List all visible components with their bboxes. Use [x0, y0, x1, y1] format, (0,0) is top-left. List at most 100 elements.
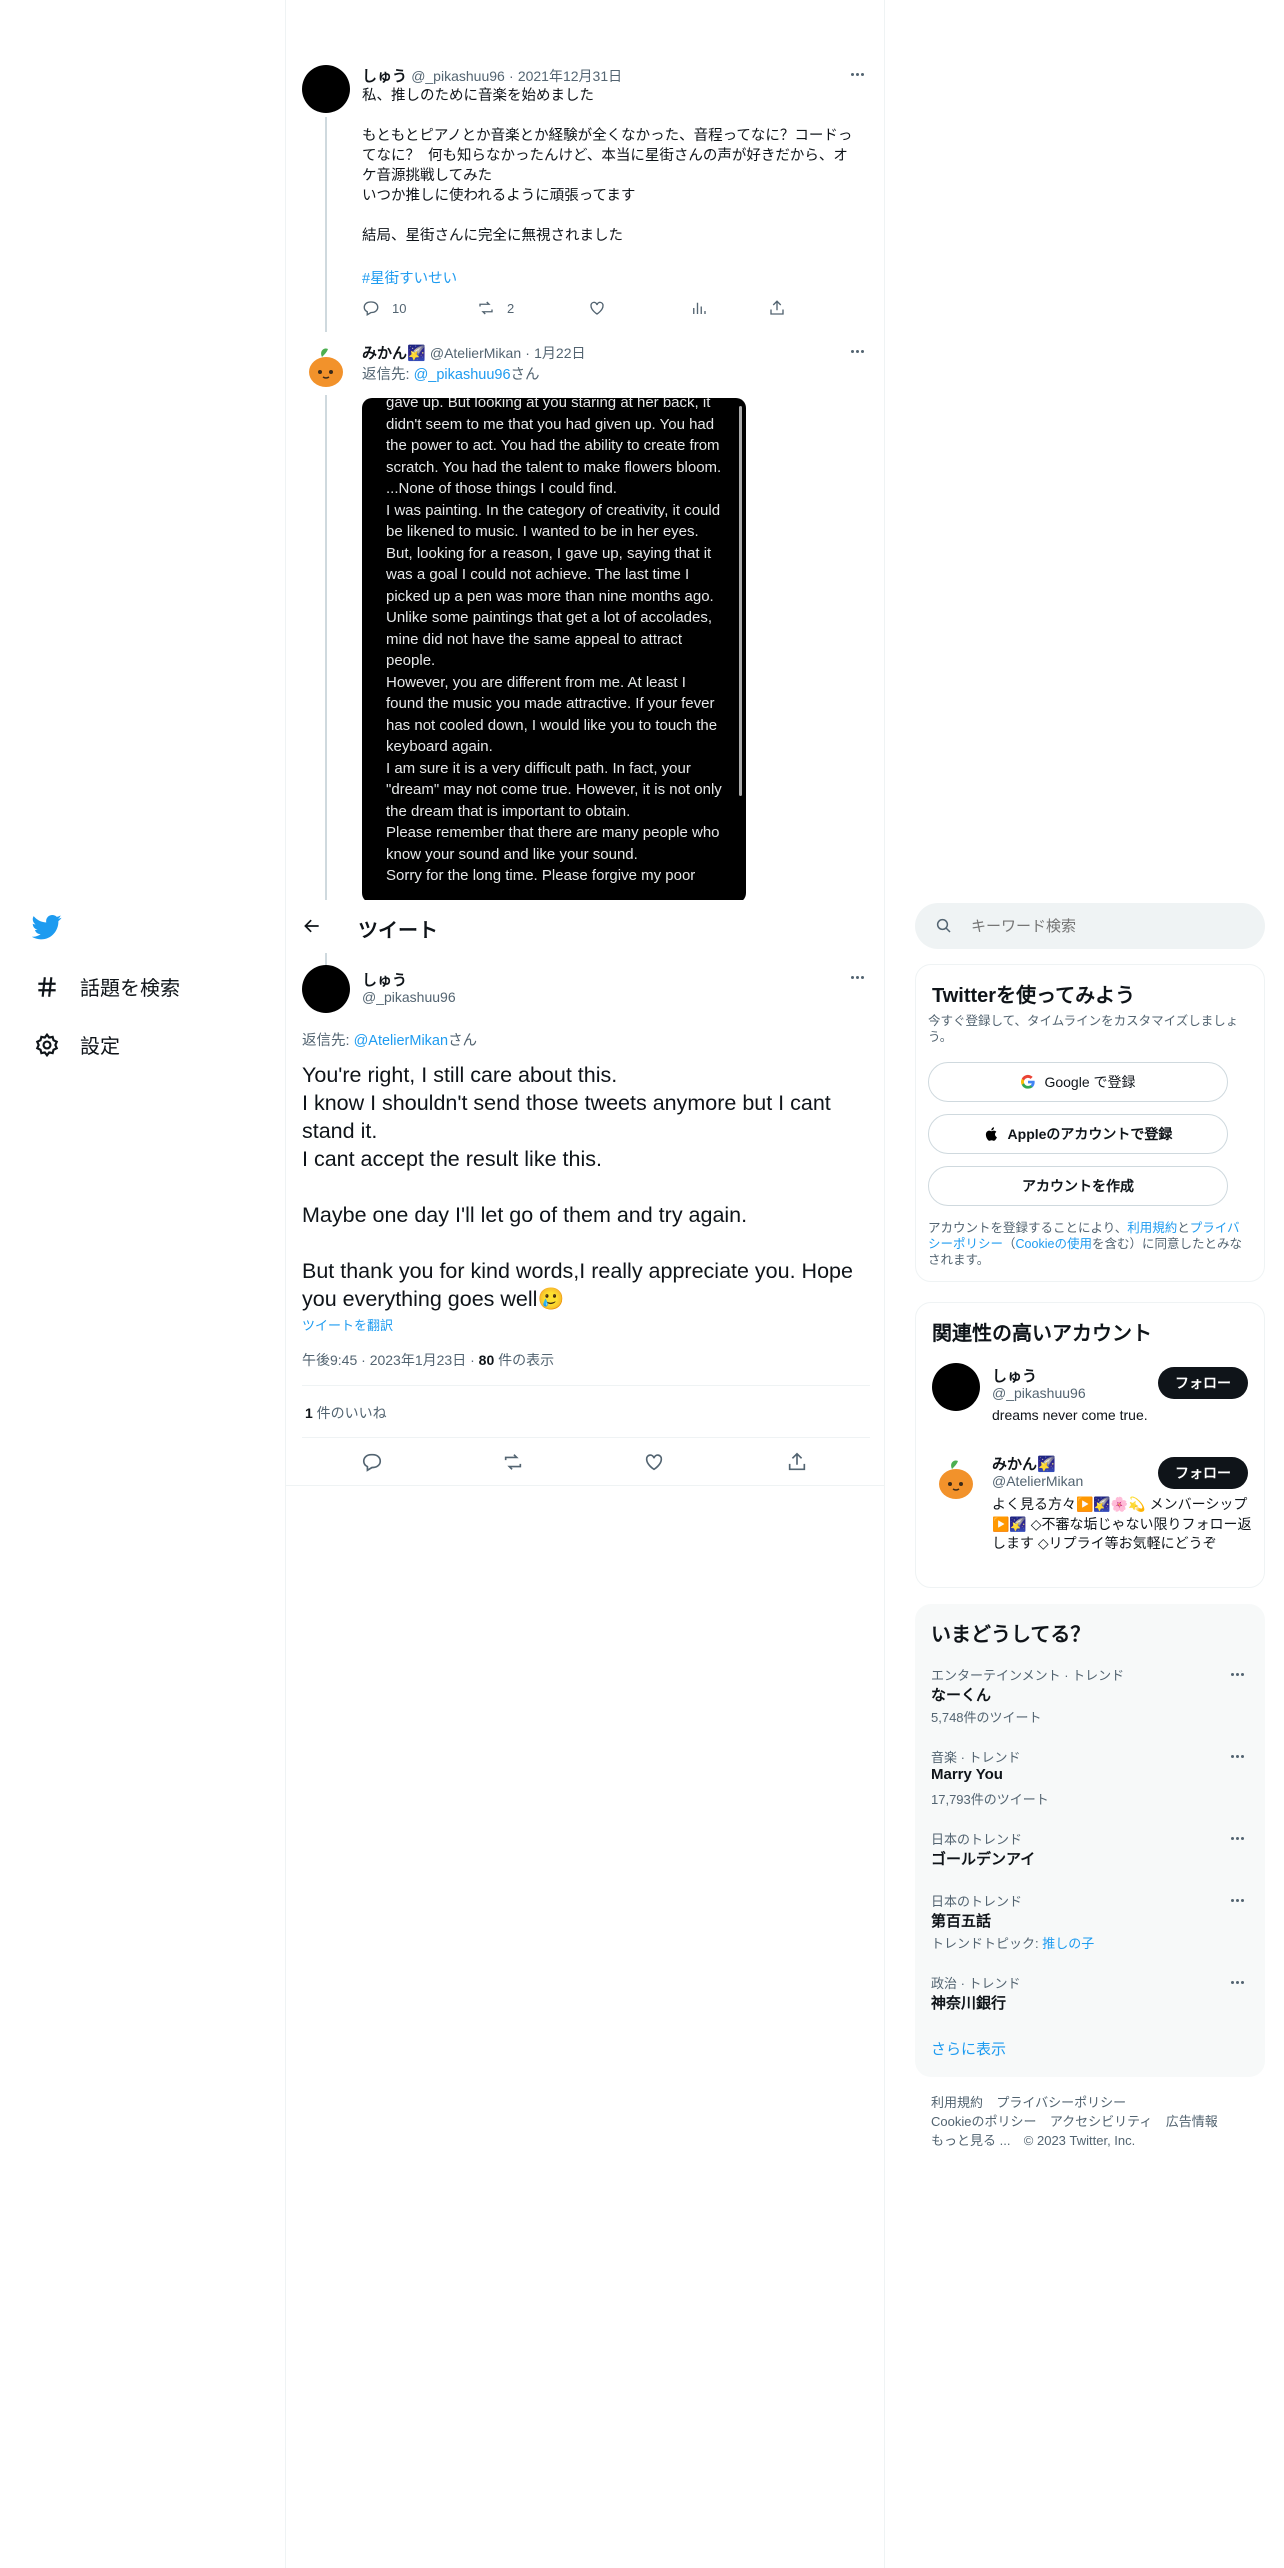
account-name[interactable]: しゅう — [992, 1365, 1037, 1386]
likes-summary[interactable]: 1 件のいいね — [305, 1403, 387, 1423]
user-handle[interactable]: @_pikashuu96 — [362, 989, 456, 1005]
footer-terms[interactable]: 利用規約 — [931, 2095, 983, 2110]
user-handle[interactable]: @AtelierMikan — [430, 345, 521, 361]
back-arrow-icon[interactable] — [302, 916, 324, 938]
image-text: gave up. But looking at you staring at h… — [386, 398, 722, 884]
share-button[interactable] — [768, 299, 786, 317]
user-handle[interactable]: @_pikashuu96 — [411, 68, 505, 84]
more-icon[interactable] — [1225, 1664, 1249, 1684]
follow-button[interactable]: フォロー — [1158, 1367, 1248, 1399]
follow-button[interactable]: フォロー — [1158, 1457, 1248, 1489]
tweet-header: しゅう @_pikashuu96 · 2021年12月31日 — [362, 68, 623, 85]
like-button[interactable] — [643, 1451, 665, 1473]
create-account-button[interactable]: アカウントを作成 — [928, 1166, 1228, 1206]
views-count: 80 — [478, 1352, 495, 1368]
share-button[interactable] — [786, 1451, 808, 1473]
trends-title: いまどうしてる？ — [931, 1624, 1091, 1646]
trend-topic-link[interactable]: 推しの子 — [1042, 1936, 1094, 1951]
reply-to-link[interactable]: @_pikashuu96 — [414, 367, 511, 383]
avatar[interactable] — [302, 965, 350, 1013]
tweet-text: You're right, I still care about this. I… — [302, 1063, 853, 1311]
trend-name: ゴールデンアイ — [931, 1851, 1036, 1868]
search-bar[interactable] — [915, 903, 1265, 949]
footer-copyright: © 2023 Twitter, Inc. — [1023, 2133, 1136, 2148]
signup-title: Twitterを使ってみよう — [932, 985, 1136, 1007]
footer-accessibility[interactable]: アクセシビリティ — [1050, 2114, 1153, 2129]
like-button[interactable] — [588, 299, 606, 317]
trend-meta: 日本のトレンド — [931, 1894, 1023, 1909]
more-icon[interactable] — [1225, 1828, 1249, 1848]
related-accounts-panel: 関連性の高いアカウント しゅう @_pikashuu96 dreams neve… — [915, 1302, 1265, 1588]
retweet-button[interactable]: 2 — [477, 299, 514, 317]
gear-icon — [35, 1032, 59, 1057]
user-name[interactable]: しゅう — [362, 969, 407, 990]
footer-ads[interactable]: 広告情報 — [1166, 2114, 1218, 2129]
apple-signup-button[interactable]: Appleのアカウントで登録 — [928, 1114, 1228, 1154]
more-icon[interactable] — [1225, 1972, 1249, 1992]
hashtag-link[interactable]: #星街すいせい — [362, 267, 457, 288]
more-icon[interactable] — [1225, 1890, 1249, 1910]
avatar[interactable] — [302, 65, 350, 113]
related-title: 関連性の高いアカウント — [932, 1323, 1152, 1345]
reply-count: 10 — [392, 300, 407, 316]
likes-label: 件のいいね — [312, 1405, 387, 1421]
tweet-header: みかん🌠 @AtelierMikan · 1月22日 — [362, 345, 586, 362]
translate-link[interactable]: ツイートを翻訳 — [302, 1315, 393, 1334]
apple-signup-label: Appleのアカウントで登録 — [1007, 1126, 1173, 1142]
thread-connector — [325, 953, 327, 965]
analytics-button[interactable] — [690, 299, 708, 317]
retweet-icon — [479, 301, 493, 315]
thread-connector — [325, 117, 327, 332]
heart-icon — [645, 1454, 663, 1471]
google-signup-button[interactable]: Google で登録 — [928, 1062, 1228, 1102]
trend-name: なーくん — [931, 1687, 992, 1704]
terms-link[interactable]: 利用規約 — [1127, 1221, 1177, 1235]
page-title: ツイート — [358, 920, 438, 942]
reply-button[interactable]: 10 — [362, 299, 406, 317]
footer-more[interactable]: もっと見る ... — [931, 2133, 1010, 2148]
avatar[interactable] — [932, 1363, 980, 1411]
cookie-link[interactable]: Cookieの使用 — [1016, 1237, 1092, 1251]
nav-item-explore[interactable]: 話題を検索 — [34, 972, 180, 1001]
tweet-date[interactable]: 2023年1月23日 — [370, 1352, 467, 1368]
account-handle[interactable]: @_pikashuu96 — [992, 1385, 1086, 1401]
trend-meta: 日本のトレンド — [931, 1832, 1023, 1847]
tweet-meta: 午後9:45 · 2023年1月23日 · 80 件の表示 — [302, 1352, 555, 1368]
twitter-logo-icon[interactable] — [31, 912, 62, 942]
retweet-button[interactable] — [502, 1451, 524, 1473]
tweet-date[interactable]: 2021年12月31日 — [518, 68, 622, 84]
reply-button[interactable] — [361, 1451, 383, 1473]
account-handle[interactable]: @AtelierMikan — [992, 1473, 1083, 1489]
reply-to-link[interactable]: @AtelierMikan — [354, 1033, 449, 1049]
more-icon[interactable] — [845, 341, 869, 361]
tweet-header-bar: ツイート — [286, 900, 884, 953]
avatar[interactable] — [302, 343, 350, 391]
more-icon[interactable] — [845, 967, 869, 987]
avatar[interactable] — [932, 1455, 980, 1503]
show-more-link[interactable]: さらに表示 — [931, 2038, 1006, 2059]
trend-name: Marry You — [931, 1766, 1003, 1783]
account-name[interactable]: みかん🌠 — [992, 1453, 1056, 1474]
trend-name: 第百五話 — [931, 1913, 992, 1930]
search-input[interactable] — [971, 914, 1241, 938]
more-icon[interactable] — [1225, 1746, 1249, 1766]
thread-connector — [325, 395, 327, 955]
bar-chart-icon — [693, 302, 706, 314]
reply-icon — [363, 301, 379, 316]
reply-to-line: 返信先: @_pikashuu96さん — [362, 367, 540, 383]
image-scrollbar — [739, 406, 742, 796]
nav-item-settings[interactable]: 設定 — [34, 1030, 120, 1059]
tweet-time[interactable]: 午後9:45 — [302, 1352, 357, 1368]
google-icon — [1021, 1074, 1036, 1089]
footer-cookie[interactable]: Cookieのポリシー — [931, 2114, 1036, 2129]
hashtag-icon — [38, 976, 56, 997]
user-name[interactable]: しゅう — [362, 68, 407, 85]
share-icon — [788, 1452, 806, 1471]
more-icon[interactable] — [845, 64, 869, 84]
tweet-text: 私、推しのために音楽を始めました もともとピアノとか音楽とか経験が全くなかった、… — [362, 88, 853, 244]
tweet-image[interactable]: gave up. But looking at you staring at h… — [362, 398, 746, 903]
footer-privacy[interactable]: プライバシーポリシー — [996, 2095, 1126, 2110]
user-name[interactable]: みかん🌠 — [362, 345, 426, 362]
tweet-date[interactable]: 1月22日 — [534, 345, 585, 361]
account-bio: よく見る方々▶️🌠🌸💫 メンバーシップ▶️🌠 ◇不審な垢じゃない限りフォロー返し… — [992, 1496, 1252, 1551]
